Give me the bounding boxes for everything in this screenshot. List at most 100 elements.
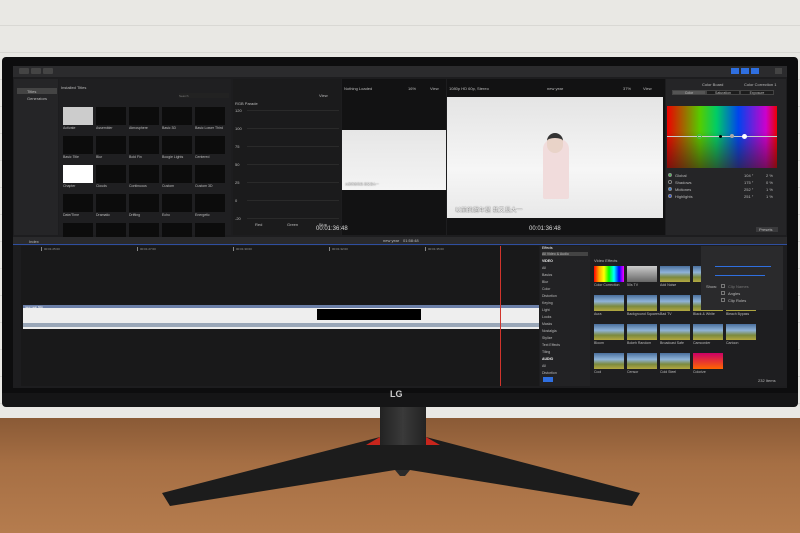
- effects-category[interactable]: VIDEO: [542, 259, 588, 263]
- effects-category[interactable]: Looks: [542, 315, 588, 319]
- title-thumbnail[interactable]: [96, 165, 126, 183]
- effect-thumbnail[interactable]: [594, 266, 624, 282]
- row-percent[interactable]: 0 %: [766, 180, 773, 185]
- effects-category[interactable]: All: [542, 266, 588, 270]
- effect-thumbnail[interactable]: [627, 353, 657, 369]
- title-label: Echo: [162, 213, 170, 217]
- row-percent[interactable]: 1 %: [766, 194, 773, 199]
- title-thumbnail[interactable]: [162, 136, 192, 154]
- effects-category[interactable]: AUDIO: [542, 357, 588, 361]
- share-button[interactable]: [775, 68, 782, 74]
- timeline[interactable]: 00:01:25:00 00:01:27:00 00:01:30:00 00:01:3…: [21, 246, 539, 386]
- show-inspector-button[interactable]: [751, 68, 759, 74]
- view-menu[interactable]: View: [430, 86, 439, 91]
- effects-category[interactable]: All Video & Audio: [542, 252, 588, 256]
- effects-category[interactable]: Text Effects: [542, 343, 588, 347]
- viewer-zoom-menu[interactable]: 37%: [623, 86, 631, 91]
- effect-thumbnail[interactable]: [693, 353, 723, 369]
- playhead[interactable]: [500, 246, 501, 386]
- highlights-puck[interactable]: [742, 134, 747, 139]
- search-input[interactable]: [179, 93, 229, 98]
- effect-thumbnail[interactable]: [660, 266, 690, 282]
- effect-thumbnail[interactable]: [627, 266, 657, 282]
- midtones-puck[interactable]: [730, 134, 734, 138]
- effect-thumbnail[interactable]: [660, 324, 690, 340]
- effects-category[interactable]: Basics: [542, 273, 588, 277]
- zoom-menu[interactable]: 16%: [408, 86, 416, 91]
- scope-view-menu[interactable]: View: [319, 93, 328, 98]
- title-thumbnail[interactable]: [129, 194, 159, 212]
- effects-category[interactable]: Keying: [542, 301, 588, 305]
- effect-thumbnail[interactable]: [627, 324, 657, 340]
- effects-category[interactable]: All: [542, 364, 588, 368]
- title-thumbnail[interactable]: [162, 107, 192, 125]
- effects-category[interactable]: Stylize: [542, 336, 588, 340]
- title-thumbnail[interactable]: [129, 136, 159, 154]
- checkbox[interactable]: [721, 291, 725, 295]
- title-thumbnail[interactable]: [162, 194, 192, 212]
- row-angle[interactable]: 251 °: [744, 194, 753, 199]
- effects-category[interactable]: Distortion: [542, 371, 588, 375]
- effects-category[interactable]: Nostalgia: [542, 329, 588, 333]
- title-thumbnail[interactable]: [129, 107, 159, 125]
- tab-color[interactable]: Color: [672, 90, 706, 95]
- title-label: Basic 3D: [162, 126, 177, 130]
- row-angle[interactable]: 252 °: [744, 187, 753, 192]
- effects-category[interactable]: Tiling: [542, 350, 588, 354]
- viewer-view-menu[interactable]: View: [643, 86, 652, 91]
- title-thumbnail[interactable]: [195, 194, 225, 212]
- title-thumbnail[interactable]: [129, 165, 159, 183]
- effect-thumbnail[interactable]: [660, 295, 690, 311]
- effect-thumbnail[interactable]: [693, 324, 723, 340]
- color-board[interactable]: [667, 106, 777, 168]
- row-angle[interactable]: 175 °: [744, 180, 753, 185]
- import-button[interactable]: [19, 68, 29, 74]
- title-thumbnail[interactable]: [96, 194, 126, 212]
- viewer-timecode[interactable]: 00:01:36:48: [529, 226, 561, 232]
- effect-label: Add Noise: [660, 283, 677, 287]
- effect-thumbnail[interactable]: [660, 353, 690, 369]
- title-thumbnail[interactable]: [96, 136, 126, 154]
- row-percent[interactable]: 2 %: [766, 173, 773, 178]
- title-thumbnail[interactable]: [63, 136, 93, 154]
- title-thumbnail[interactable]: [195, 136, 225, 154]
- tab-exposure[interactable]: Exposure: [740, 90, 774, 95]
- effects-toggle-button[interactable]: [543, 377, 553, 382]
- title-thumbnail[interactable]: [162, 165, 192, 183]
- effect-thumbnail[interactable]: [726, 324, 756, 340]
- title-thumbnail[interactable]: [63, 107, 93, 125]
- effects-category[interactable]: Light: [542, 308, 588, 312]
- title-thumbnail[interactable]: [63, 165, 93, 183]
- checkbox[interactable]: [721, 284, 725, 288]
- timeline-clip[interactable]: new year 60p: [23, 305, 539, 329]
- effect-thumbnail[interactable]: [594, 295, 624, 311]
- checkbox[interactable]: [721, 298, 725, 302]
- show-browser-button[interactable]: [731, 68, 739, 74]
- effect-thumbnail[interactable]: [594, 324, 624, 340]
- effect-thumbnail[interactable]: [594, 353, 624, 369]
- effects-category[interactable]: Masks: [542, 322, 588, 326]
- sidebar-item-generators[interactable]: Generators: [17, 95, 57, 101]
- effects-category[interactable]: Blur: [542, 280, 588, 284]
- global-puck[interactable]: [697, 134, 702, 139]
- zoom-slider[interactable]: [715, 275, 765, 276]
- keyword-button[interactable]: [31, 68, 41, 74]
- title-thumbnail[interactable]: [195, 165, 225, 183]
- clip-height-slider[interactable]: [715, 266, 771, 267]
- row-percent[interactable]: 1 %: [766, 187, 773, 192]
- title-label: Boogie Lights: [162, 155, 184, 159]
- effect-thumbnail[interactable]: [627, 295, 657, 311]
- row-angle[interactable]: 104 °: [744, 173, 753, 178]
- title-thumbnail[interactable]: [96, 107, 126, 125]
- show-timeline-button[interactable]: [741, 68, 749, 74]
- sidebar-item-titles[interactable]: Titles: [17, 88, 57, 94]
- tab-saturation[interactable]: Saturation: [706, 90, 740, 95]
- background-tasks-button[interactable]: [43, 68, 53, 74]
- effects-category[interactable]: Color: [542, 287, 588, 291]
- shadows-puck[interactable]: [719, 135, 722, 138]
- title-thumbnail[interactable]: [63, 194, 93, 212]
- effects-category[interactable]: Distortion: [542, 294, 588, 298]
- correction-menu[interactable]: Color Correction 1: [744, 82, 776, 87]
- index-button[interactable]: Index: [29, 239, 39, 244]
- title-thumbnail[interactable]: [195, 107, 225, 125]
